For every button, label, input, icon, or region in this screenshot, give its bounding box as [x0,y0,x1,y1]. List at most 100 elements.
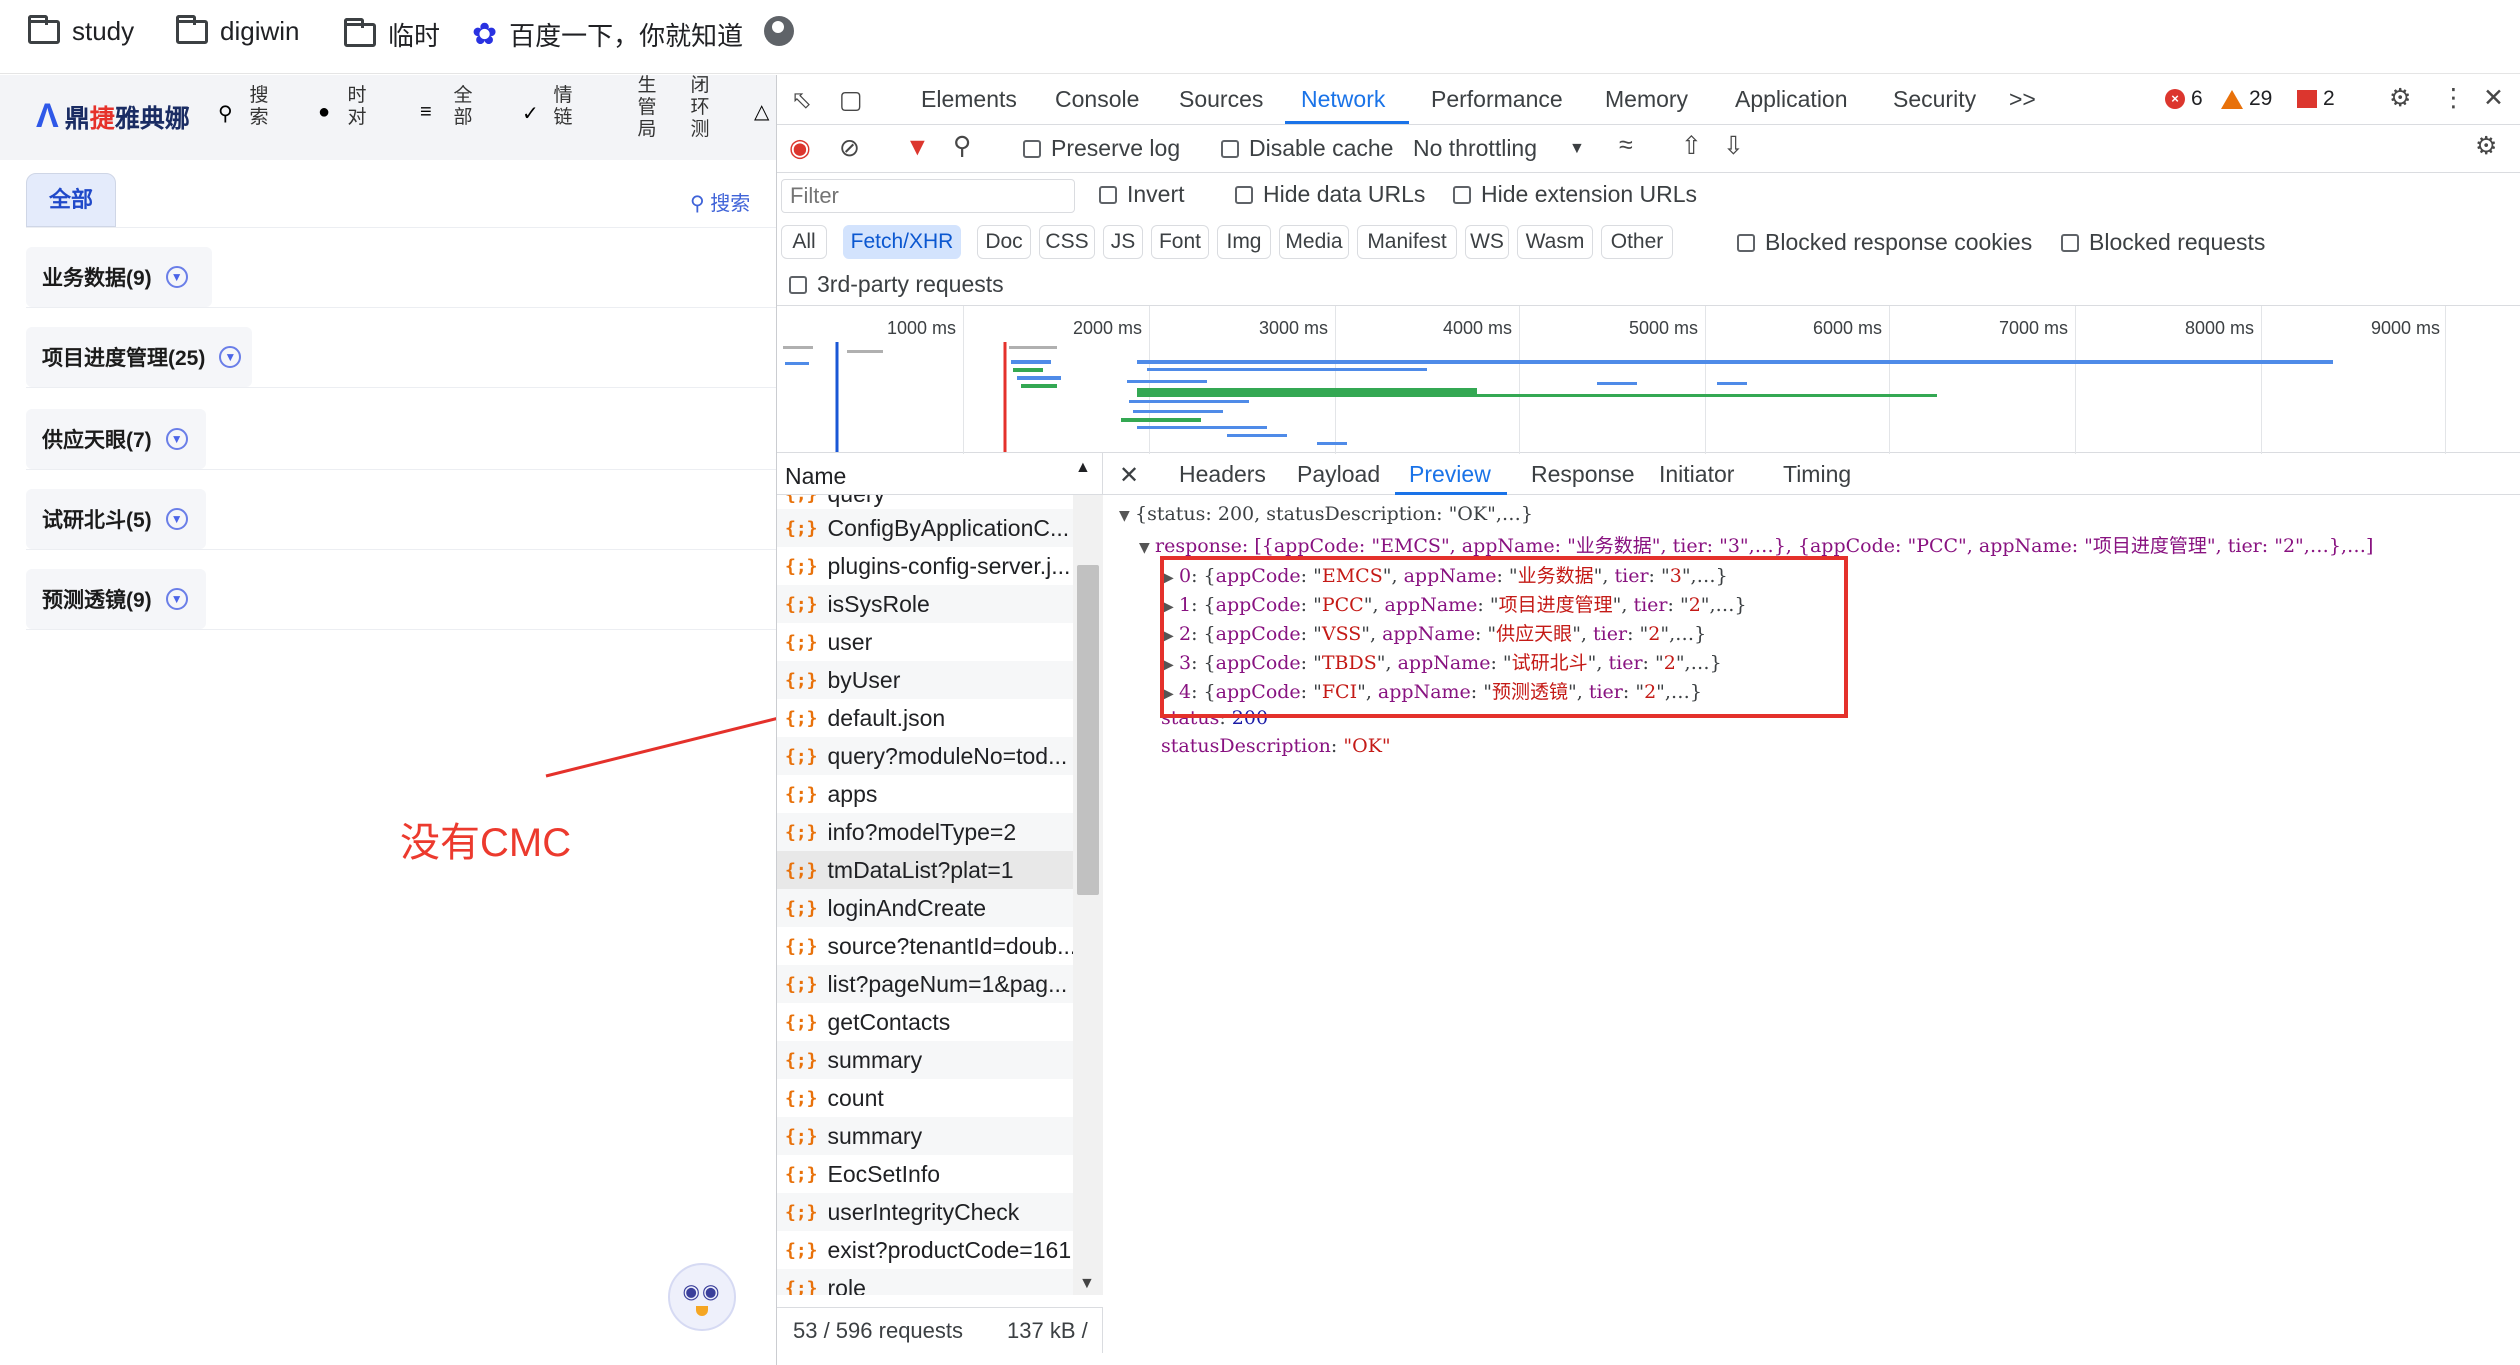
search-icon[interactable]: ⚲ [953,131,971,161]
bookmark-baidu[interactable]: ✿ 百度一下，你就知道 [472,16,743,53]
request-row[interactable]: {;} isSysRole [777,585,1073,623]
chevron-down-icon[interactable]: ▼ [219,346,242,368]
type-img[interactable]: Img [1217,225,1271,259]
tab-initiator[interactable]: Initiator [1659,461,1734,488]
tab-timing[interactable]: Timing [1783,461,1851,488]
type-all[interactable]: All [781,225,827,259]
menu-icon[interactable]: ≡ [420,101,432,124]
hide-extension-urls-checkbox[interactable]: Hide extension URLs [1453,181,1697,208]
chat-icon[interactable]: ● [318,101,330,124]
category-forecast-lens[interactable]: 预测透镜(9) ▼ [26,569,206,629]
import-upload-icon[interactable]: ⇧ [1681,131,1702,161]
request-row[interactable]: {;} loginAndCreate [777,889,1073,927]
json-response-array[interactable]: ▼ response: [{appCode: "EMCS", appName: "… [1139,531,2373,558]
request-row[interactable]: {;} EocSetInfo [777,1155,1073,1193]
network-conditions-icon[interactable]: ≈ [1619,131,1633,160]
settings-gear-icon[interactable]: ⚙ [2389,83,2411,113]
throttling-select[interactable]: No throttling ▼ [1413,135,1585,162]
nav-production[interactable]: 生管局 [632,75,662,141]
tab-payload[interactable]: Payload [1297,461,1380,488]
blocked-requests-checkbox[interactable]: Blocked requests [2061,229,2265,256]
app-logo[interactable]: Λ 鼎捷雅典娜 [36,97,190,136]
type-manifest[interactable]: Manifest [1357,225,1457,259]
bookmark-globe[interactable] [764,16,794,46]
tab-network[interactable]: Network [1301,86,1385,113]
disable-cache-checkbox[interactable]: Disable cache [1221,135,1393,162]
bookmark-study[interactable]: study [28,14,134,47]
chevron-down-icon[interactable]: ▼ [165,588,188,610]
preserve-log-checkbox[interactable]: Preserve log [1023,135,1180,162]
request-row[interactable]: {;} summary [777,1117,1073,1155]
request-row[interactable]: {;} source?tenantId=doub... [777,927,1073,965]
more-tabs-button[interactable]: >> [2009,86,2036,113]
request-row[interactable]: {;} exist?productCode=161 [777,1231,1073,1269]
export-download-icon[interactable]: ⇩ [1723,131,1744,161]
warning-count[interactable]: 29 [2221,87,2272,111]
tab-console[interactable]: Console [1055,86,1139,113]
type-js[interactable]: JS [1103,225,1143,259]
request-row[interactable]: {;} query?moduleNo=tod... [777,737,1073,775]
scroll-down-arrow-icon[interactable]: ▼ [1079,1275,1095,1293]
tab-security[interactable]: Security [1893,86,1976,113]
filter-input[interactable] [781,179,1075,213]
bookmark-digiwin[interactable]: digiwin [176,14,300,47]
search-link[interactable]: ⚲ 搜索 [690,187,750,216]
bell-icon[interactable]: △ [754,99,769,124]
json-root[interactable]: ▼ {status: 200, statusDescription: "OK",…… [1119,503,1533,525]
device-toolbar-icon[interactable]: ▢ [839,85,863,115]
category-business-data[interactable]: 业务数据(9) ▼ [26,247,212,307]
bookmark-linshi[interactable]: 临时 [344,16,440,53]
request-row[interactable]: {;} userIntegrityCheck [777,1193,1073,1231]
tab-elements[interactable]: Elements [921,86,1017,113]
request-row[interactable]: {;} getContacts [777,1003,1073,1041]
blocked-cookies-checkbox[interactable]: Blocked response cookies [1737,229,2032,256]
name-column-header[interactable]: Name [785,463,846,490]
request-row[interactable]: {;} default.json [777,699,1073,737]
nav-loop[interactable]: 闭环测 [685,75,715,141]
type-ws[interactable]: WS [1465,225,1509,259]
category-rd-beidou[interactable]: 试研北斗(5) ▼ [26,489,206,549]
category-project-progress[interactable]: 项目进度管理(25) ▼ [26,327,252,387]
tab-headers[interactable]: Headers [1179,461,1266,488]
hide-data-urls-checkbox[interactable]: Hide data URLs [1235,181,1425,208]
network-settings-gear-icon[interactable]: ⚙ [2475,131,2497,161]
kebab-menu-icon[interactable]: ⋮ [2441,83,2466,113]
request-row[interactable]: {;} info?modelType=2 [777,813,1073,851]
tab-preview[interactable]: Preview [1409,461,1491,488]
chevron-down-icon[interactable]: ▼ [165,266,188,288]
request-row[interactable]: {;} user [777,623,1073,661]
close-icon[interactable]: ✕ [2483,83,2504,113]
type-font[interactable]: Font [1151,225,1209,259]
network-timeline-overview[interactable]: 1000 ms 2000 ms 3000 ms 4000 ms 5000 ms … [777,305,2520,454]
request-row-selected[interactable]: {;} tmDataList?plat=1 [777,851,1073,889]
third-party-checkbox[interactable]: 3rd-party requests [789,271,1004,298]
nav-realtime[interactable]: 时对 [342,85,372,129]
issue-count[interactable]: 2 [2297,87,2335,111]
request-row[interactable]: {;} summary [777,1041,1073,1079]
nav-intel[interactable]: 情链 [548,85,578,129]
chevron-down-icon[interactable]: ▼ [165,508,188,530]
type-media[interactable]: Media [1279,225,1349,259]
inspect-icon[interactable]: ⬁ [791,85,812,115]
scrollbar-thumb[interactable] [1077,565,1099,895]
type-other[interactable]: Other [1601,225,1673,259]
request-row[interactable]: {;} byUser [777,661,1073,699]
request-list-header[interactable]: Name ▲ [777,453,1103,495]
request-row[interactable]: {;} apps [777,775,1073,813]
chevron-down-icon[interactable]: ▼ [165,428,188,450]
clear-icon[interactable]: ⊘ [839,133,860,163]
assistant-owl-icon[interactable]: ◉◉ [668,1263,736,1331]
search-icon[interactable]: ⚲ [218,101,233,126]
tab-sources[interactable]: Sources [1179,86,1263,113]
type-doc[interactable]: Doc [977,225,1031,259]
type-fetch-xhr[interactable]: Fetch/XHR [843,225,961,259]
filter-funnel-icon[interactable]: ▼ [905,133,930,162]
request-row[interactable]: {;} list?pageNum=1&pag... [777,965,1073,1003]
tab-response[interactable]: Response [1531,461,1635,488]
request-row[interactable]: {;} ConfigByApplicationC... [777,509,1073,547]
link-icon[interactable]: ✓ [522,101,539,126]
request-row[interactable]: {;} plugins-config-server.j... [777,547,1073,585]
error-count[interactable]: × 6 [2165,87,2203,111]
nav-search[interactable]: 搜索 [244,85,274,129]
tab-memory[interactable]: Memory [1605,86,1688,113]
